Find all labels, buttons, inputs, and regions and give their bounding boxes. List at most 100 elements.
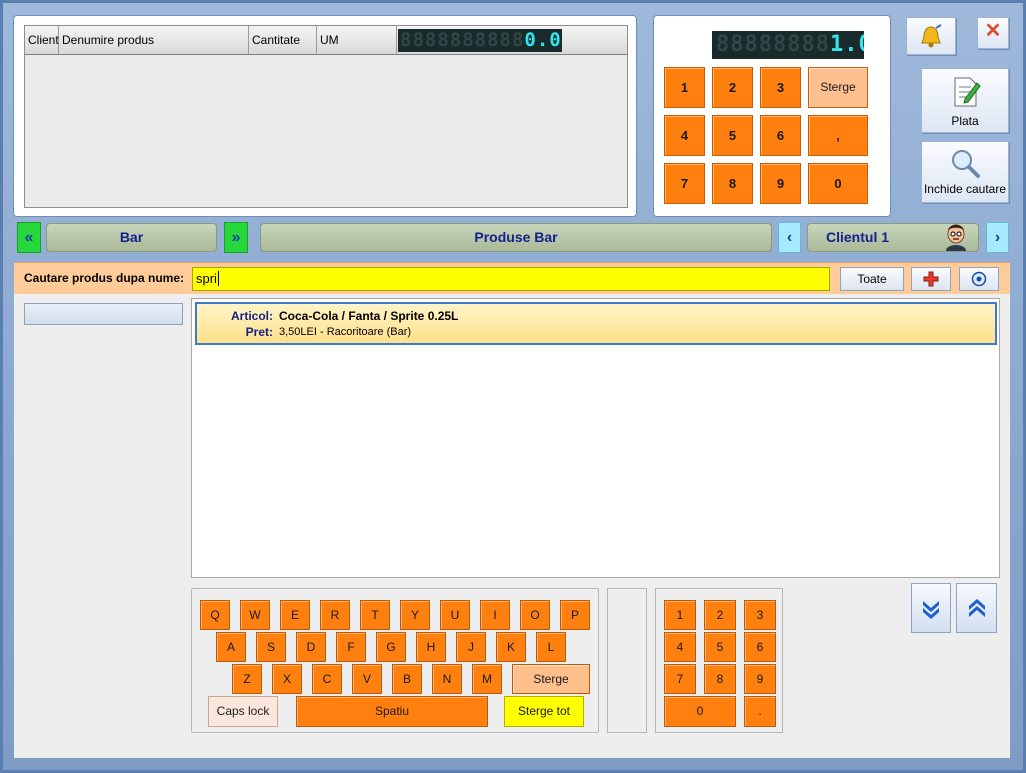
quantity-value: 1.0 bbox=[829, 32, 864, 57]
key-t[interactable]: T bbox=[360, 600, 390, 630]
key-i[interactable]: I bbox=[480, 600, 510, 630]
key-c[interactable]: C bbox=[312, 664, 342, 694]
magnifier-icon bbox=[952, 150, 980, 178]
text-caret bbox=[217, 271, 219, 286]
key-r[interactable]: R bbox=[320, 600, 350, 630]
group-next-button[interactable]: » bbox=[224, 222, 248, 253]
keypad-9-button[interactable]: 9 bbox=[760, 163, 801, 204]
keyboard-delete-button[interactable]: Sterge bbox=[512, 664, 590, 694]
search-input[interactable]: spri bbox=[192, 267, 830, 291]
clear-all-button[interactable]: Sterge tot bbox=[504, 696, 584, 727]
keypad-3-button[interactable]: 3 bbox=[760, 67, 801, 108]
column-unit[interactable]: UM bbox=[317, 26, 397, 54]
key-e[interactable]: E bbox=[280, 600, 310, 630]
key-v[interactable]: V bbox=[352, 664, 382, 694]
info-button[interactable] bbox=[959, 267, 999, 291]
key-h[interactable]: H bbox=[416, 632, 446, 662]
key-g[interactable]: G bbox=[376, 632, 406, 662]
plata-button[interactable]: Plata bbox=[921, 68, 1009, 133]
client-label: Clientul 1 bbox=[826, 229, 890, 245]
key-m[interactable]: M bbox=[472, 664, 502, 694]
close-search-button[interactable]: Inchide cautare bbox=[921, 141, 1009, 203]
add-product-button[interactable] bbox=[911, 267, 951, 291]
client-selector[interactable]: Clientul 1 bbox=[807, 223, 979, 252]
numpad-4[interactable]: 4 bbox=[664, 632, 696, 662]
numpad-1[interactable]: 1 bbox=[664, 600, 696, 630]
key-s[interactable]: S bbox=[256, 632, 286, 662]
key-a[interactable]: A bbox=[216, 632, 246, 662]
key-p[interactable]: P bbox=[560, 600, 590, 630]
key-w[interactable]: W bbox=[240, 600, 270, 630]
close-icon: ✕ bbox=[984, 20, 1002, 42]
space-button[interactable]: Spatiu bbox=[296, 696, 488, 727]
keypad-6-button[interactable]: 6 bbox=[760, 115, 801, 156]
key-z[interactable]: Z bbox=[232, 664, 262, 694]
column-quantity[interactable]: Cantitate bbox=[249, 26, 317, 54]
double-chevron-right-icon: » bbox=[231, 229, 241, 246]
quantity-keypad-panel: 888888881.0 1 2 3 Sterge 4 5 6 , 7 8 9 0 bbox=[654, 16, 890, 216]
category-selector[interactable]: Produse Bar bbox=[260, 223, 772, 252]
result-item[interactable]: Articol: Coca-Cola / Fanta / Sprite 0.25… bbox=[195, 302, 997, 345]
bell-icon bbox=[921, 24, 942, 48]
chevron-right-icon: › bbox=[994, 229, 1001, 246]
keypad-0-button[interactable]: 0 bbox=[808, 163, 868, 204]
scroll-up-button[interactable] bbox=[956, 583, 997, 633]
keypad-5-button[interactable]: 5 bbox=[712, 115, 753, 156]
lcd-ghost-digits: 88888888 bbox=[716, 32, 830, 57]
numpad-dot[interactable]: . bbox=[744, 696, 776, 727]
numpad-2[interactable]: 2 bbox=[704, 600, 736, 630]
key-n[interactable]: N bbox=[432, 664, 462, 694]
key-j[interactable]: J bbox=[456, 632, 486, 662]
lcd-ghost-digits: 8888888888 bbox=[400, 29, 525, 51]
category-tree-item[interactable] bbox=[24, 303, 183, 325]
client-prev-button[interactable]: ‹ bbox=[778, 222, 801, 253]
numpad-0[interactable]: 0 bbox=[664, 696, 736, 727]
key-d[interactable]: D bbox=[296, 632, 326, 662]
column-product-name[interactable]: Denumire produs bbox=[59, 26, 249, 54]
bell-button[interactable] bbox=[906, 17, 956, 55]
close-button[interactable]: ✕ bbox=[977, 17, 1009, 49]
numeric-keyboard: 1 2 3 4 5 6 7 8 9 0 . bbox=[655, 588, 783, 733]
scroll-down-button[interactable] bbox=[911, 583, 951, 633]
key-l[interactable]: L bbox=[536, 632, 566, 662]
keypad-7-button[interactable]: 7 bbox=[664, 163, 705, 204]
key-f[interactable]: F bbox=[336, 632, 366, 662]
search-results-list: Articol: Coca-Cola / Fanta / Sprite 0.25… bbox=[191, 298, 1000, 578]
close-search-label: Inchide cautare bbox=[923, 182, 1007, 196]
keypad-comma-button[interactable]: , bbox=[808, 115, 868, 156]
key-k[interactable]: K bbox=[496, 632, 526, 662]
numpad-7[interactable]: 7 bbox=[664, 664, 696, 694]
search-label: Cautare produs dupa nume: bbox=[24, 271, 185, 285]
show-all-button[interactable]: Toate bbox=[840, 267, 904, 291]
numpad-3[interactable]: 3 bbox=[744, 600, 776, 630]
order-total-value: 0.0 bbox=[524, 29, 562, 51]
group-selector[interactable]: Bar bbox=[46, 223, 217, 252]
keypad-delete-button[interactable]: Sterge bbox=[808, 67, 868, 108]
order-grid: Client Denumire produs Cantitate UM 8888… bbox=[24, 25, 628, 208]
key-q[interactable]: Q bbox=[200, 600, 230, 630]
group-prev-button[interactable]: « bbox=[17, 222, 41, 253]
order-grid-header: Client Denumire produs Cantitate UM 8888… bbox=[25, 26, 627, 55]
order-total-display: 88888888880.0 bbox=[398, 29, 562, 52]
client-avatar-icon bbox=[946, 224, 966, 251]
key-u[interactable]: U bbox=[440, 600, 470, 630]
key-b[interactable]: B bbox=[392, 664, 422, 694]
key-y[interactable]: Y bbox=[400, 600, 430, 630]
numpad-5[interactable]: 5 bbox=[704, 632, 736, 662]
keypad-2-button[interactable]: 2 bbox=[712, 67, 753, 108]
numpad-6[interactable]: 6 bbox=[744, 632, 776, 662]
keypad-4-button[interactable]: 4 bbox=[664, 115, 705, 156]
info-circle-icon bbox=[971, 271, 987, 287]
keypad-1-button[interactable]: 1 bbox=[664, 67, 705, 108]
double-chevron-up-icon bbox=[968, 599, 985, 617]
quantity-display: 888888881.0 bbox=[712, 31, 864, 59]
column-client[interactable]: Client bbox=[25, 26, 59, 54]
key-x[interactable]: X bbox=[272, 664, 302, 694]
client-next-button[interactable]: › bbox=[986, 222, 1009, 253]
key-o[interactable]: O bbox=[520, 600, 550, 630]
numpad-8[interactable]: 8 bbox=[704, 664, 736, 694]
virtual-keyboard: Q W E R T Y U I O P A S D F G H J K L Z … bbox=[191, 588, 599, 733]
caps-lock-button[interactable]: Caps lock bbox=[208, 696, 278, 727]
numpad-9[interactable]: 9 bbox=[744, 664, 776, 694]
keypad-8-button[interactable]: 8 bbox=[712, 163, 753, 204]
